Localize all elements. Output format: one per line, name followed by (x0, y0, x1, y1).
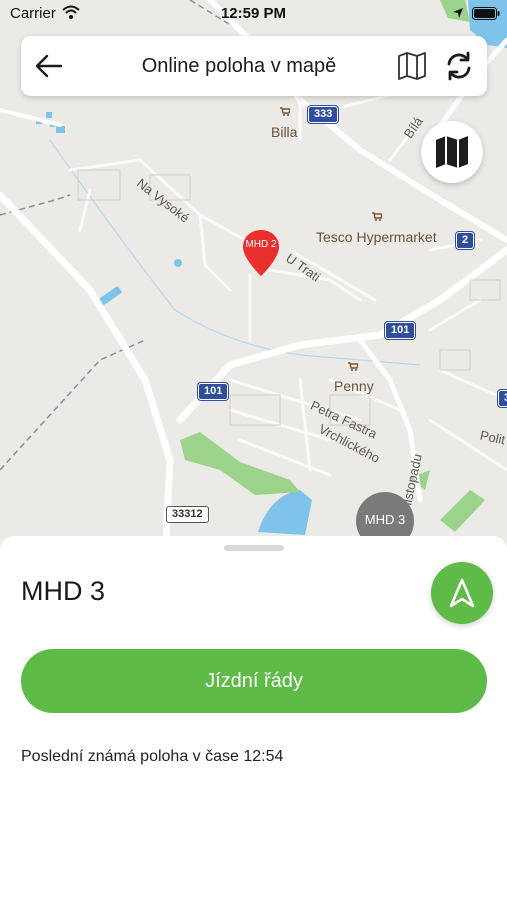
shop-cart-icon (348, 362, 358, 371)
poi-label-billa: Billa (271, 124, 298, 140)
road-shield: 3 (498, 390, 507, 407)
navigate-button[interactable] (431, 562, 493, 624)
vehicle-detail-sheet: MHD 3 Jízdní řády Poslední známá poloha … (0, 536, 507, 900)
status-bar: Carrier 12:59 PM (0, 0, 507, 28)
folded-map-icon (436, 136, 468, 168)
battery-icon (472, 7, 500, 20)
shop-cart-icon (280, 107, 290, 116)
sheet-drag-handle[interactable] (224, 545, 284, 551)
road-shield: 33312 (166, 506, 209, 523)
refresh-button[interactable] (443, 50, 475, 82)
refresh-icon (447, 51, 471, 81)
header-bar: Online poloha v mapě (21, 36, 487, 96)
shop-cart-icon (372, 212, 382, 221)
status-time: 12:59 PM (220, 5, 287, 22)
poi-label-tesco: Tesco Hypermarket (316, 229, 437, 245)
vehicle-marker-mhd-2[interactable]: MHD 2 (242, 229, 280, 277)
map-book-icon (398, 52, 426, 80)
road-shield: 333 (308, 106, 339, 123)
vehicle-name: MHD 3 (21, 576, 106, 606)
map-pin-icon (243, 230, 279, 276)
map-book-button[interactable] (397, 52, 427, 80)
map-type-button[interactable] (421, 121, 483, 183)
road-shield: 101 (198, 383, 229, 400)
road-shield: 101 (385, 322, 416, 339)
navigation-arrow-icon (449, 578, 475, 608)
location-arrow-icon (453, 8, 463, 18)
poi-label-penny: Penny (334, 378, 374, 394)
vehicle-marker-label: MHD 3 (364, 512, 406, 527)
timetable-button[interactable]: Jízdní řády (21, 649, 487, 713)
vehicle-marker-label: MHD 2 (245, 239, 277, 250)
road-shield: 2 (456, 232, 475, 249)
last-known-position: Poslední známá poloha v čase 12:54 (21, 748, 284, 765)
